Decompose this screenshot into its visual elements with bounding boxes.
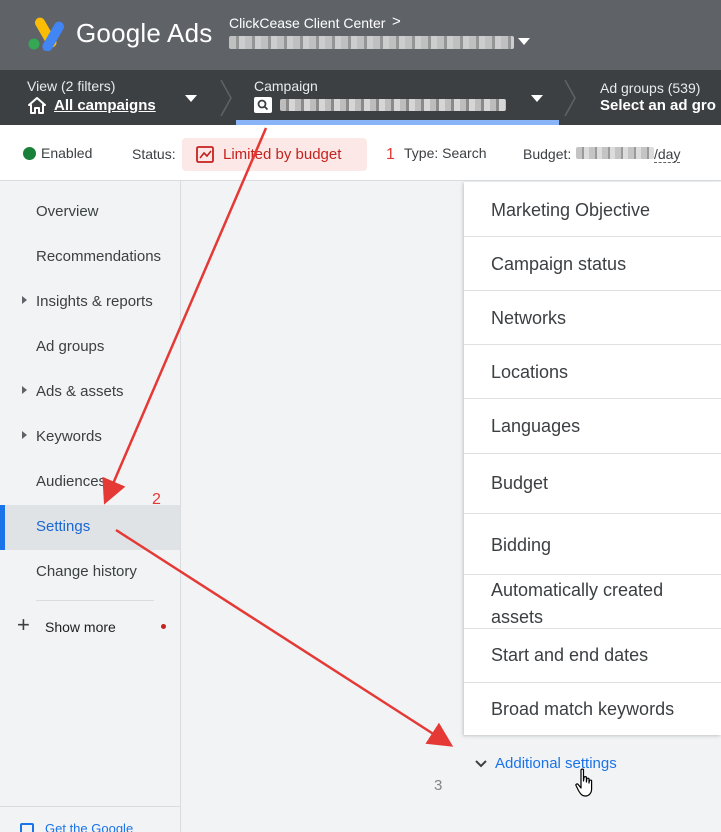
campaign-label: Campaign	[254, 78, 318, 94]
setting-budget[interactable]: Budget	[464, 454, 721, 514]
status-label: Status:	[132, 146, 176, 162]
chevron-right-icon[interactable]: >	[392, 13, 401, 30]
campaign-name-redacted[interactable]	[280, 99, 506, 111]
plus-icon[interactable]: +	[17, 614, 30, 636]
sidebar-item-ads-assets[interactable]: Ads & assets	[0, 370, 180, 415]
account-name[interactable]: ClickCease Client Center	[229, 15, 385, 31]
sidebar-item-label: Insights & reports	[36, 293, 153, 310]
setting-label: Budget	[491, 473, 549, 493]
enabled-status[interactable]: Enabled	[41, 145, 92, 161]
sidebar-item-keywords[interactable]: Keywords	[0, 415, 180, 460]
sidebar-item-label: Change history	[36, 563, 137, 580]
ad-group-selector[interactable]: Select an ad gro	[600, 97, 716, 114]
budget-amount-redacted[interactable]	[576, 147, 654, 159]
sidebar-item-recommendations[interactable]: Recommendations	[0, 235, 180, 280]
sidebar-item-label: Recommendations	[36, 248, 162, 265]
notification-dot-icon	[161, 624, 166, 629]
setting-start-end-dates[interactable]: Start and end dates	[464, 629, 721, 683]
campaign-type: Type: Search	[404, 145, 487, 161]
sidebar-item-overview[interactable]: Overview	[0, 190, 180, 235]
setting-label: Locations	[491, 362, 569, 382]
sidebar-item-label: Audiences	[36, 473, 107, 490]
setting-label: Automatically created assets	[491, 580, 664, 627]
setting-networks[interactable]: Networks	[464, 291, 721, 345]
setting-automatically-created-assets[interactable]: Automatically created assets	[464, 575, 721, 629]
view-dropdown-icon[interactable]	[185, 95, 197, 102]
home-icon	[28, 97, 46, 114]
setting-label: Campaign status	[491, 254, 627, 274]
additional-settings-link[interactable]: Additional settings	[495, 755, 617, 772]
setting-languages[interactable]: Languages	[464, 399, 721, 454]
setting-broad-match-keywords[interactable]: Broad match keywords	[464, 683, 721, 735]
mobile-phone-icon[interactable]	[20, 823, 34, 832]
annotation-number-2: 2	[152, 491, 161, 508]
all-campaigns-link[interactable]: All campaigns	[54, 97, 156, 114]
setting-label: Networks	[491, 308, 567, 328]
sidebar-item-label: Keywords	[36, 428, 102, 445]
budget-label: Budget:	[523, 146, 572, 162]
expand-triangle-icon[interactable]	[22, 296, 27, 304]
view-filters-label: View (2 filters)	[27, 78, 116, 94]
sidebar-divider	[36, 600, 154, 601]
enabled-status-icon	[23, 147, 36, 160]
sidebar-item-label: Ads & assets	[36, 383, 124, 400]
sidebar-item-label: Overview	[36, 203, 99, 220]
account-id-redacted[interactable]	[229, 36, 514, 49]
setting-label: Languages	[491, 416, 581, 436]
sidebar-item-ad-groups[interactable]: Ad groups	[0, 325, 180, 370]
hand-pointer-icon	[575, 768, 593, 797]
sidebar-item-insights-reports[interactable]: Insights & reports	[0, 280, 180, 325]
trend-chart-icon	[196, 146, 214, 163]
sidebar-item-settings[interactable]: Settings	[0, 505, 180, 550]
setting-label: Bidding	[491, 535, 552, 555]
setting-marketing-objective[interactable]: Marketing Objective	[464, 182, 721, 237]
product-name[interactable]: Google Ads	[76, 18, 212, 49]
expand-triangle-icon[interactable]	[22, 386, 27, 394]
chevron-down-icon[interactable]	[474, 757, 488, 771]
ad-groups-label: Ad groups (539)	[600, 80, 701, 96]
setting-label: Start and end dates	[491, 645, 649, 665]
annotation-number-3: 3	[434, 777, 443, 794]
setting-label: Marketing Objective	[491, 200, 651, 220]
setting-campaign-status[interactable]: Campaign status	[464, 237, 721, 291]
sidebar-item-label: Ad groups	[36, 338, 105, 355]
breadcrumb-separator-icon	[564, 79, 576, 117]
budget-per-day[interactable]: /day	[654, 146, 681, 163]
campaign-dropdown-icon[interactable]	[531, 95, 543, 102]
get-app-link[interactable]: Get the Google	[45, 821, 133, 832]
sidebar-footer-divider	[0, 806, 180, 807]
show-more-link[interactable]: Show more	[45, 619, 116, 635]
limited-by-budget-text[interactable]: Limited by budget	[223, 146, 341, 163]
sidebar-item-change-history[interactable]: Change history	[0, 550, 180, 595]
expand-triangle-icon[interactable]	[22, 431, 27, 439]
sidebar-item-label: Settings	[36, 518, 91, 535]
account-dropdown-icon[interactable]	[518, 38, 530, 45]
breadcrumb-separator-icon	[220, 79, 232, 117]
setting-label: Broad match keywords	[491, 699, 675, 719]
active-item-indicator	[0, 505, 5, 550]
setting-locations[interactable]: Locations	[464, 345, 721, 399]
search-campaign-icon	[254, 97, 272, 113]
google-ads-logo-icon[interactable]	[26, 17, 64, 51]
annotation-number-1: 1	[386, 146, 395, 163]
setting-bidding[interactable]: Bidding	[464, 514, 721, 575]
